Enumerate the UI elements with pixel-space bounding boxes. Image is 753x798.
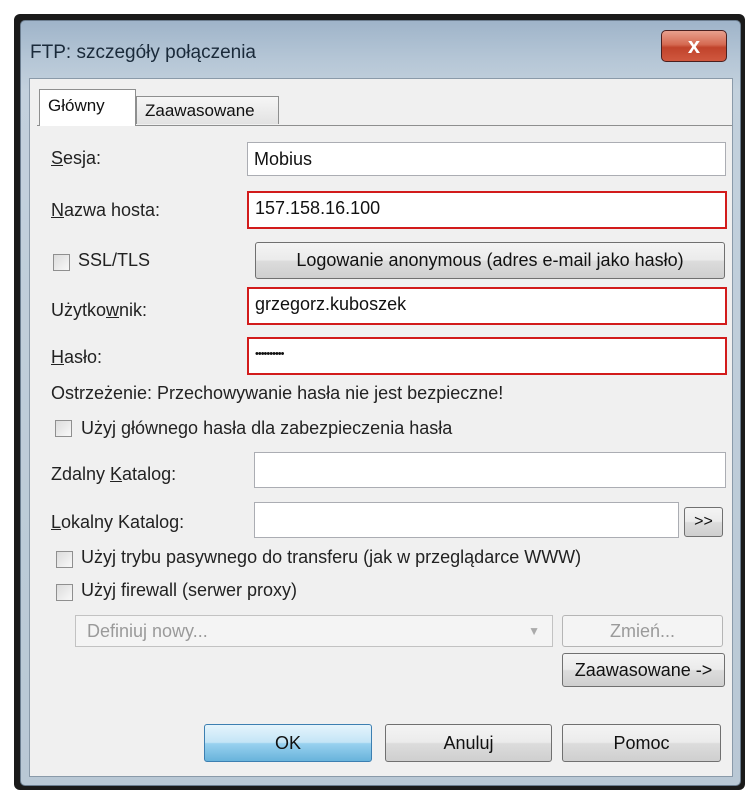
window-title: FTP: szczegóły połączenia	[30, 42, 256, 63]
remote-dir-label: Zdalny Katalog:	[51, 464, 177, 484]
tab-main[interactable]: Główny	[39, 89, 136, 126]
local-dir-input[interactable]	[254, 502, 679, 538]
firewall-label: Użyj firewall (serwer proxy)	[81, 580, 298, 600]
password-warning: Ostrzeżenie: Przechowywanie hasła nie je…	[51, 383, 504, 403]
user-label: Użytkownik:	[51, 300, 148, 320]
password-input[interactable]: ••••••••••	[247, 337, 727, 375]
proxy-select[interactable]: Definiuj nowy... ▼	[75, 615, 553, 647]
close-button[interactable]: x	[661, 30, 727, 62]
user-input[interactable]: grzegorz.kuboszek	[247, 287, 727, 325]
host-label: Nazwa hosta:	[51, 200, 161, 220]
master-password-label: Użyj głównego hasła dla zabezpieczenia h…	[81, 418, 453, 438]
close-icon: x	[687, 33, 701, 58]
advanced-button[interactable]: Zaawasowane ->	[562, 653, 725, 687]
passive-mode-label: Użyj trybu pasywnego do transferu (jak w…	[81, 547, 582, 567]
local-dir-label: Lokalny Katalog:	[51, 512, 185, 532]
host-input[interactable]: 157.158.16.100	[247, 191, 727, 229]
ssl-label: SSL/TLS	[78, 250, 151, 270]
chevron-down-icon: ▼	[528, 624, 540, 638]
remote-dir-input[interactable]	[254, 452, 726, 488]
passive-mode-checkbox[interactable]	[56, 551, 73, 568]
cancel-button[interactable]: Anuluj	[385, 724, 552, 762]
anonymous-login-button[interactable]: Logowanie anonymous (adres e-mail jako h…	[255, 242, 725, 279]
ssl-checkbox[interactable]	[53, 254, 70, 271]
proxy-select-value: Definiuj nowy...	[87, 621, 208, 641]
password-label: Hasło:	[51, 347, 103, 367]
session-label: Sesja:	[51, 148, 102, 168]
ok-button[interactable]: OK	[204, 724, 372, 762]
tab-advanced[interactable]: Zaawasowane	[136, 96, 279, 124]
firewall-checkbox[interactable]	[56, 584, 73, 601]
browse-button[interactable]: >>	[684, 507, 723, 537]
help-button[interactable]: Pomoc	[562, 724, 721, 762]
change-button[interactable]: Zmień...	[562, 615, 723, 647]
session-input[interactable]: Mobius	[247, 142, 726, 176]
master-password-checkbox[interactable]	[55, 420, 72, 437]
